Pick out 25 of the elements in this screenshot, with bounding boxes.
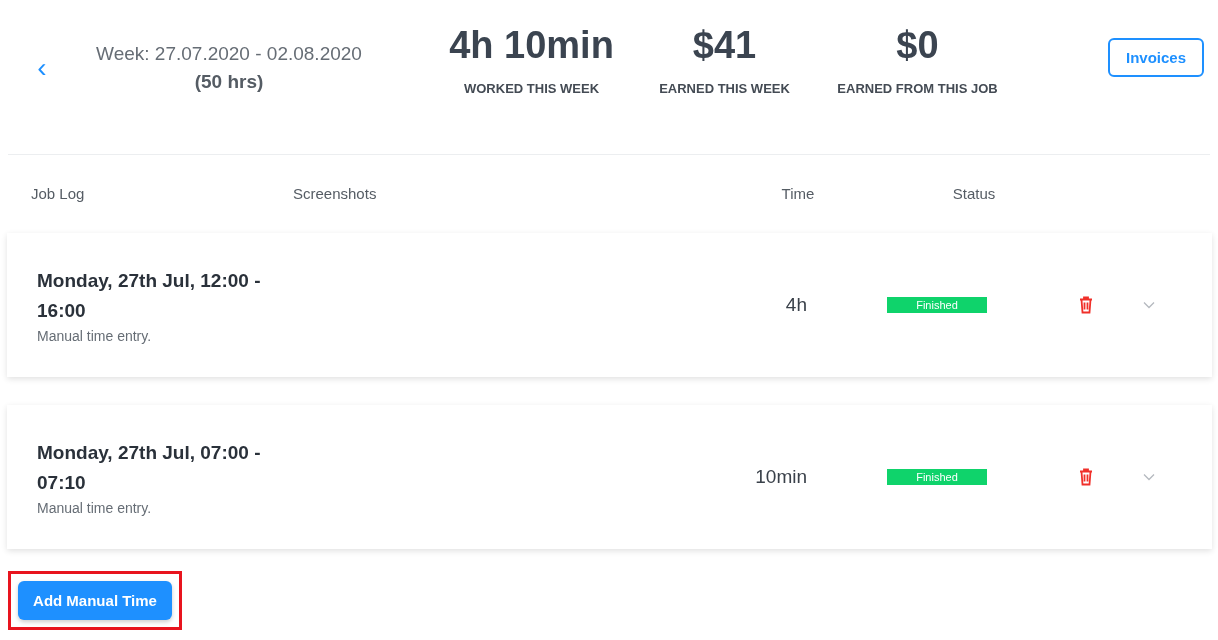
column-header: Job Log (31, 184, 86, 202)
column-header: Status (951, 184, 997, 202)
invoices-button[interactable]: Invoices (1107, 38, 1204, 77)
column-header: Time (780, 184, 816, 202)
back-button[interactable]: ‹ (30, 54, 54, 82)
stat-value: $41 (692, 24, 757, 67)
week-hours: (50 hrs) (194, 71, 264, 93)
entry-title: Monday, 27th Jul, 07:00 - 07:10 (37, 441, 262, 495)
stat-value: $0 (896, 24, 939, 67)
status-badge: Finished (887, 469, 987, 485)
stat-label: WORKED THIS WEEK (463, 81, 600, 96)
delete-icon[interactable] (1079, 296, 1093, 314)
status-badge: Finished (887, 297, 987, 313)
entry-note: Manual time entry. (37, 328, 153, 344)
entry-title: Monday, 27th Jul, 12:00 - 16:00 (37, 269, 262, 323)
stat-label: EARNED THIS WEEK (659, 81, 790, 96)
entry-note: Manual time entry. (37, 500, 153, 516)
week-range: Week: 27.07.2020 - 02.08.2020 (96, 43, 362, 65)
add-manual-time-button[interactable]: Add Manual Time (18, 581, 172, 620)
stat-value: 4h 10min (449, 24, 614, 67)
entry-time: 4h (784, 294, 807, 316)
entry-time: 10min (754, 466, 807, 488)
stat-label: EARNED FROM THIS JOB (837, 81, 998, 96)
delete-icon[interactable] (1079, 468, 1093, 486)
column-header: Screenshots (293, 184, 378, 202)
